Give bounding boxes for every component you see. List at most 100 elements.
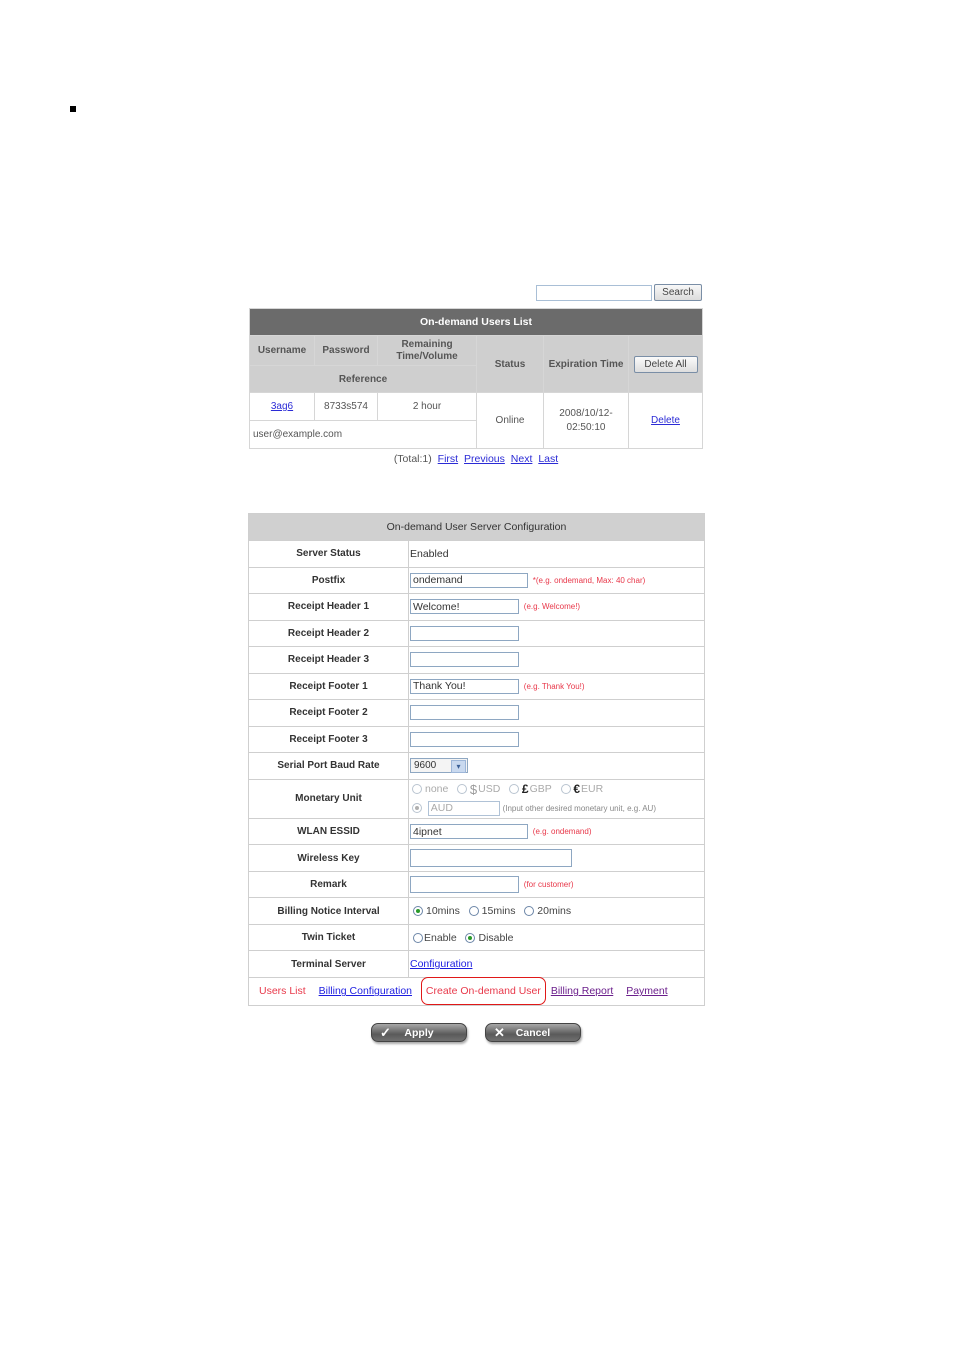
radio-10mins[interactable] <box>413 906 423 917</box>
option-enable-label: Enable <box>424 931 457 944</box>
radio-enable[interactable] <box>413 932 423 943</box>
row-monetary-unit: Monetary Unit none $USD £GBP €EUR (Input… <box>248 778 705 819</box>
other-currency-input[interactable] <box>427 800 500 816</box>
row-terminal-server: Terminal Server Configuration <box>248 950 705 978</box>
radio-gbp[interactable] <box>509 784 520 794</box>
nav-users-list[interactable]: Users List <box>259 985 306 997</box>
expiration-cell: 2008/10/12-02:50:10 <box>543 392 629 449</box>
option-15mins-label: 15mins <box>481 905 516 918</box>
row-receipt-header-3: Receipt Header 3 <box>248 646 705 674</box>
terminal-server-config-link[interactable]: Configuration <box>410 958 472 970</box>
pager-previous[interactable]: Previous <box>464 453 505 465</box>
users-list-table: On-demand Users List Username Password R… <box>249 308 703 449</box>
server-status-value: Enabled <box>408 540 705 568</box>
baud-rate-label: Serial Port Baud Rate <box>248 752 409 780</box>
remaining-cell: 2 hour <box>377 392 477 421</box>
postfix-input[interactable] <box>410 572 528 588</box>
row-wlan-essid: WLAN ESSID (e.g. ondemand) <box>248 817 705 846</box>
radio-usd[interactable] <box>457 784 468 794</box>
cancel-button[interactable]: ✕ Cancel <box>485 1023 581 1042</box>
row-receipt-header-1: Receipt Header 1 (e.g. Welcome!) <box>248 593 705 621</box>
delete-link[interactable]: Delete <box>651 415 680 426</box>
radio-20mins[interactable] <box>524 906 535 917</box>
apply-label: Apply <box>404 1027 434 1039</box>
row-baud-rate: Serial Port Baud Rate 9600 ▾ <box>248 752 705 780</box>
wlan-essid-hint: (e.g. ondemand) <box>532 827 592 837</box>
server-config-table: On-demand User Server Configuration Serv… <box>248 513 705 1006</box>
row-remark: Remark (for customer) <box>248 870 705 899</box>
option-gbp-label: GBP <box>529 782 552 795</box>
remark-hint: (for customer) <box>523 880 574 890</box>
row-billing-notice: Billing Notice Interval 10mins 15mins 20… <box>248 897 705 925</box>
delete-all-cell: Delete All <box>628 335 703 393</box>
radio-none[interactable] <box>412 784 422 794</box>
twin-ticket-label: Twin Ticket <box>248 923 409 952</box>
nav-payment[interactable]: Payment <box>626 985 667 997</box>
chevron-down-icon[interactable]: ▾ <box>451 760 466 774</box>
total-count: (Total:1) <box>393 453 432 465</box>
receipt-header-2-label: Receipt Header 2 <box>248 619 409 647</box>
wlan-essid-input[interactable] <box>410 824 528 840</box>
postfix-hint: *(e.g. ondemand, Max: 40 char) <box>532 575 646 585</box>
col-username: Username <box>249 335 315 366</box>
table-row: 3ag6 8733s574 2 hour Online 2008/10/12-0… <box>249 392 703 449</box>
option-disable-label: Disable <box>478 931 514 944</box>
baud-rate-value: 9600 <box>414 760 437 772</box>
receipt-footer-2-input[interactable] <box>410 705 519 721</box>
terminal-server-label: Terminal Server <box>248 950 409 978</box>
row-receipt-header-2: Receipt Header 2 <box>248 619 705 647</box>
remark-input[interactable] <box>410 876 519 894</box>
apply-button[interactable]: ✓ Apply <box>371 1023 467 1042</box>
col-password: Password <box>314 335 378 366</box>
row-postfix: Postfix *(e.g. ondemand, Max: 40 char) <box>248 566 705 594</box>
receipt-footer-3-label: Receipt Footer 3 <box>248 725 409 753</box>
pagination: (Total:1) First Previous Next Last <box>249 453 703 465</box>
reference-cell: user@example.com <box>249 420 477 449</box>
wireless-key-label: Wireless Key <box>248 844 409 872</box>
col-status: Status <box>476 335 544 393</box>
nav-create-on-demand-user[interactable]: Create On-demand User <box>420 977 546 1006</box>
currency-options: none $USD £GBP €EUR <box>412 780 704 799</box>
monetary-unit-label: Monetary Unit <box>248 778 409 819</box>
row-receipt-footer-2: Receipt Footer 2 <box>248 699 705 727</box>
receipt-header-1-label: Receipt Header 1 <box>248 593 409 621</box>
option-usd-label: USD <box>478 782 501 795</box>
bullet-marker <box>70 106 76 112</box>
delete-all-button[interactable]: Delete All <box>633 355 698 373</box>
nav-billing-report[interactable]: Billing Report <box>551 985 613 997</box>
pound-icon: £ <box>521 781 529 796</box>
option-10mins-label: 10mins <box>426 905 460 918</box>
other-currency-hint: (Input other desired monetary unit, e.g.… <box>502 803 656 813</box>
radio-other[interactable] <box>412 803 422 814</box>
col-reference: Reference <box>249 365 477 393</box>
postfix-label: Postfix <box>248 566 409 594</box>
row-receipt-footer-3: Receipt Footer 3 <box>248 725 705 753</box>
config-title: On-demand User Server Configuration <box>248 513 705 541</box>
wireless-key-input[interactable] <box>410 849 572 868</box>
receipt-footer-1-input[interactable] <box>410 678 519 694</box>
receipt-header-1-hint: (e.g. Welcome!) <box>523 602 581 612</box>
pager-next[interactable]: Next <box>511 453 533 465</box>
receipt-footer-3-input[interactable] <box>410 731 519 747</box>
receipt-footer-1-hint: (e.g. Thank You!) <box>523 681 585 691</box>
pager-last[interactable]: Last <box>538 453 558 465</box>
status-cell: Online <box>476 392 544 449</box>
cancel-label: Cancel <box>515 1027 551 1039</box>
radio-disable[interactable] <box>465 932 476 943</box>
row-receipt-footer-1: Receipt Footer 1 (e.g. Thank You!) <box>248 672 705 700</box>
row-server-status: Server Status Enabled <box>248 540 705 568</box>
pager-first[interactable]: First <box>438 453 458 465</box>
nav-billing-configuration[interactable]: Billing Configuration <box>319 985 412 997</box>
receipt-header-2-input[interactable] <box>410 625 519 641</box>
baud-rate-select[interactable]: 9600 ▾ <box>410 758 468 774</box>
search-button[interactable]: Search <box>654 284 702 301</box>
users-list-title: On-demand Users List <box>249 308 703 336</box>
option-eur-label: EUR <box>581 782 604 795</box>
password-cell: 8733s574 <box>314 392 378 421</box>
search-input[interactable] <box>536 285 652 301</box>
username-link[interactable]: 3ag6 <box>271 401 293 412</box>
receipt-header-1-input[interactable] <box>410 599 519 615</box>
receipt-header-3-input[interactable] <box>410 652 519 668</box>
radio-15mins[interactable] <box>468 906 479 917</box>
radio-eur[interactable] <box>560 784 571 794</box>
